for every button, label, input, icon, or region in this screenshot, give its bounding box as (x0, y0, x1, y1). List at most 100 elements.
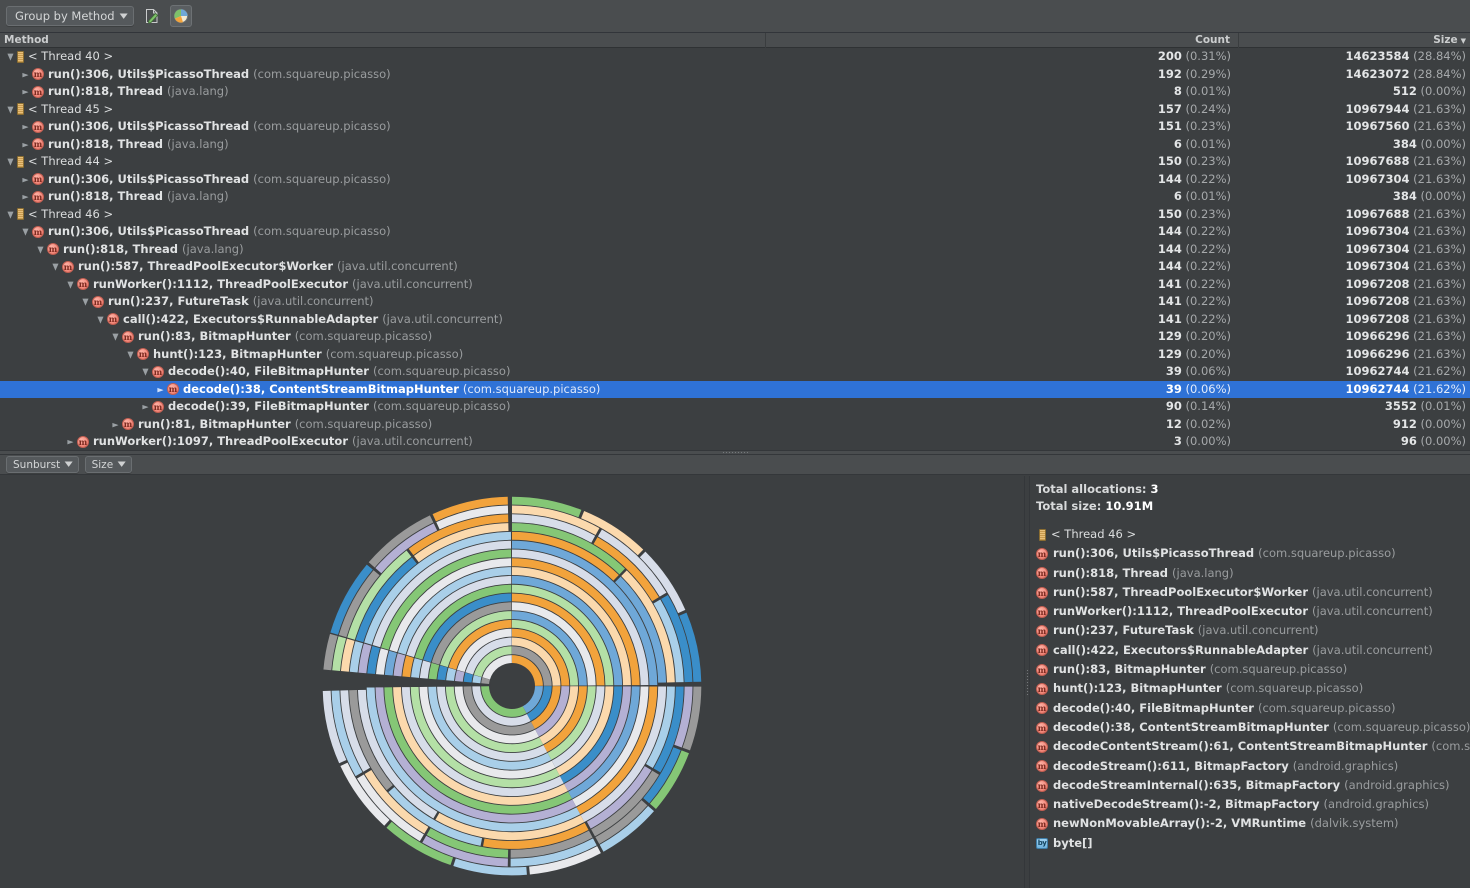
table-row[interactable]: ►mrun():818, Thread(java.lang)8 (0.01%)5… (0, 83, 1470, 101)
chevron-right-icon[interactable]: ► (19, 188, 32, 206)
list-item[interactable]: mrun():587, ThreadPoolExecutor$Worker(ja… (1036, 583, 1470, 602)
method-icon: m (92, 296, 104, 308)
chevron-right-icon[interactable]: ► (19, 171, 32, 189)
list-item[interactable]: m decodeContentStream():61, ContentStream… (1036, 737, 1470, 756)
table-row[interactable]: ▼mrun():587, ThreadPoolExecutor$Worker(j… (0, 258, 1470, 276)
chevron-right-icon[interactable]: ► (154, 381, 167, 399)
table-row[interactable]: ▼mrun():818, Thread(java.lang)144 (0.22%… (0, 241, 1470, 259)
table-row[interactable]: ►mdecode():39, FileBitmapHunter(com.squa… (0, 398, 1470, 416)
list-item[interactable]: mdecode():38, ContentStreamBitmapHunter(… (1036, 718, 1470, 737)
method-name: run():237, FutureTask (1053, 621, 1194, 640)
package-name: (android.graphics) (1293, 757, 1398, 776)
chevron-down-icon[interactable]: ▼ (109, 328, 122, 346)
chevron-right-icon[interactable]: ► (139, 398, 152, 416)
cell-count: 39 (0.06%) (766, 381, 1239, 399)
method-name: runWorker():1112, ThreadPoolExecutor (93, 276, 348, 294)
chevron-right-icon[interactable]: ► (109, 416, 122, 434)
column-header-count[interactable]: Count (766, 33, 1239, 48)
group-by-dropdown-label: Group by Method (15, 9, 115, 23)
sunburst-chart[interactable] (0, 476, 1024, 888)
thread-icon (1039, 529, 1046, 541)
chevron-down-icon[interactable]: ▼ (4, 153, 17, 171)
chevron-down-icon[interactable]: ▼ (49, 258, 62, 276)
table-row[interactable]: ▼mcall():422, Executors$RunnableAdapter(… (0, 311, 1470, 329)
list-item[interactable]: mrun():306, Utils$PicassoThread(com.squa… (1036, 544, 1470, 563)
table-row[interactable]: ▼mrun():306, Utils$PicassoThread(com.squ… (0, 223, 1470, 241)
list-item[interactable]: < Thread 46 > (1036, 525, 1470, 544)
method-icon: m (1036, 741, 1048, 753)
sunburst-center-hole[interactable] (490, 664, 534, 708)
method-name: run():83, BitmapHunter (138, 328, 291, 346)
chevron-right-icon[interactable]: ► (19, 136, 32, 154)
chevron-down-icon[interactable]: ▼ (124, 346, 137, 364)
thread-icon (17, 156, 24, 168)
show-chart-button[interactable] (170, 5, 192, 27)
chevron-down-icon[interactable]: ▼ (4, 206, 17, 224)
chevron-down-icon[interactable]: ▼ (4, 48, 17, 66)
size-percent: (0.00%) (1417, 434, 1466, 448)
allocation-tree-table[interactable]: ▼< Thread 40 >200 (0.31%)14623584 (28.84… (0, 48, 1470, 450)
list-item[interactable]: mdecodeStream():611, BitmapFactory(andro… (1036, 757, 1470, 776)
count-value: 8 (1174, 84, 1182, 98)
table-row[interactable]: ►mrun():818, Thread(java.lang)6 (0.01%)3… (0, 136, 1470, 154)
table-row[interactable]: ▼< Thread 45 >157 (0.24%)10967944 (21.63… (0, 101, 1470, 119)
cell-size: 10967688 (21.63%) (1239, 153, 1470, 171)
chevron-right-icon[interactable]: ► (19, 66, 32, 84)
list-item[interactable]: mrun():237, FutureTask(java.util.concurr… (1036, 621, 1470, 640)
table-row[interactable]: ►mrunWorker():1097, ThreadPoolExecutor(j… (0, 433, 1470, 450)
chevron-down-icon[interactable]: ▼ (94, 311, 107, 329)
list-item[interactable]: mcall():422, Executors$RunnableAdapter(j… (1036, 641, 1470, 660)
chevron-down-icon[interactable]: ▼ (4, 101, 17, 119)
size-percent: (21.63%) (1410, 347, 1466, 361)
chevron-down-icon[interactable]: ▼ (139, 363, 152, 381)
chart-type-dropdown[interactable]: Sunburst ▼ (6, 456, 79, 473)
chevron-right-icon[interactable]: ► (19, 83, 32, 101)
table-row[interactable]: ►mdecode():38, ContentStreamBitmapHunter… (0, 381, 1470, 399)
table-row[interactable]: ▼mdecode():40, FileBitmapHunter(com.squa… (0, 363, 1470, 381)
sunburst-chart-panel[interactable] (0, 476, 1024, 888)
method-icon: m (137, 348, 149, 360)
method-name: decodeContentStream():61, ContentStreamB… (1053, 737, 1427, 756)
list-item[interactable]: bybyte[] (1036, 834, 1470, 853)
list-item[interactable]: mdecode():40, FileBitmapHunter(com.squar… (1036, 699, 1470, 718)
table-row[interactable]: ▼mrun():237, FutureTask(java.util.concur… (0, 293, 1470, 311)
chevron-down-icon[interactable]: ▼ (19, 223, 32, 241)
group-by-dropdown[interactable]: Group by Method ▼ (6, 6, 134, 26)
list-item[interactable]: mhunt():123, BitmapHunter(com.squareup.p… (1036, 679, 1470, 698)
edit-filter-button[interactable] (141, 5, 163, 27)
total-size-label: Total size: (1036, 499, 1105, 513)
table-row[interactable]: ▼mrunWorker():1112, ThreadPoolExecutor(j… (0, 276, 1470, 294)
thread-name: < Thread 44 > (28, 153, 113, 171)
count-percent: (0.23%) (1182, 154, 1231, 168)
count-percent: (0.22%) (1182, 259, 1231, 273)
row-label: ►mrun():306, Utils$PicassoThread(com.squ… (0, 66, 391, 84)
package-name: (java.util.concurrent) (253, 293, 374, 311)
table-row[interactable]: ▼< Thread 46 >150 (0.23%)10967688 (21.63… (0, 206, 1470, 224)
table-row[interactable]: ►mrun():306, Utils$PicassoThread(com.squ… (0, 66, 1470, 84)
list-item[interactable]: mnewNonMovableArray():-2, VMRuntime(dalv… (1036, 814, 1470, 833)
chevron-right-icon[interactable]: ► (64, 433, 77, 450)
list-item[interactable]: mrun():83, BitmapHunter(com.squareup.pic… (1036, 660, 1470, 679)
list-item[interactable]: mrun():818, Thread(java.lang) (1036, 564, 1470, 583)
chevron-down-icon[interactable]: ▼ (79, 293, 92, 311)
list-item[interactable]: mnativeDecodeStream():-2, BitmapFactory(… (1036, 795, 1470, 814)
sunburst-segment[interactable] (446, 668, 456, 681)
list-item[interactable]: mrunWorker():1112, ThreadPoolExecutor(ja… (1036, 602, 1470, 621)
table-row[interactable]: ►mrun():306, Utils$PicassoThread(com.squ… (0, 118, 1470, 136)
table-row[interactable]: ►mrun():306, Utils$PicassoThread(com.squ… (0, 171, 1470, 189)
column-header-size[interactable]: Size▼ (1239, 33, 1470, 48)
list-item[interactable]: mdecodeStreamInternal():635, BitmapFacto… (1036, 776, 1470, 795)
chevron-right-icon[interactable]: ► (19, 118, 32, 136)
chevron-down-icon[interactable]: ▼ (34, 241, 47, 259)
chart-metric-dropdown[interactable]: Size ▼ (85, 456, 132, 473)
table-row[interactable]: ▼< Thread 40 >200 (0.31%)14623584 (28.84… (0, 48, 1470, 66)
method-name: nativeDecodeStream():-2, BitmapFactory (1053, 795, 1320, 814)
column-header-method[interactable]: Method (0, 33, 766, 48)
method-icon: m (1036, 644, 1048, 656)
table-row[interactable]: ►mrun():81, BitmapHunter(com.squareup.pi… (0, 416, 1470, 434)
chevron-down-icon[interactable]: ▼ (64, 276, 77, 294)
table-row[interactable]: ▼mhunt():123, BitmapHunter(com.squareup.… (0, 346, 1470, 364)
table-row[interactable]: ▼< Thread 44 >150 (0.23%)10967688 (21.63… (0, 153, 1470, 171)
table-row[interactable]: ►mrun():818, Thread(java.lang)6 (0.01%)3… (0, 188, 1470, 206)
table-row[interactable]: ▼mrun():83, BitmapHunter(com.squareup.pi… (0, 328, 1470, 346)
